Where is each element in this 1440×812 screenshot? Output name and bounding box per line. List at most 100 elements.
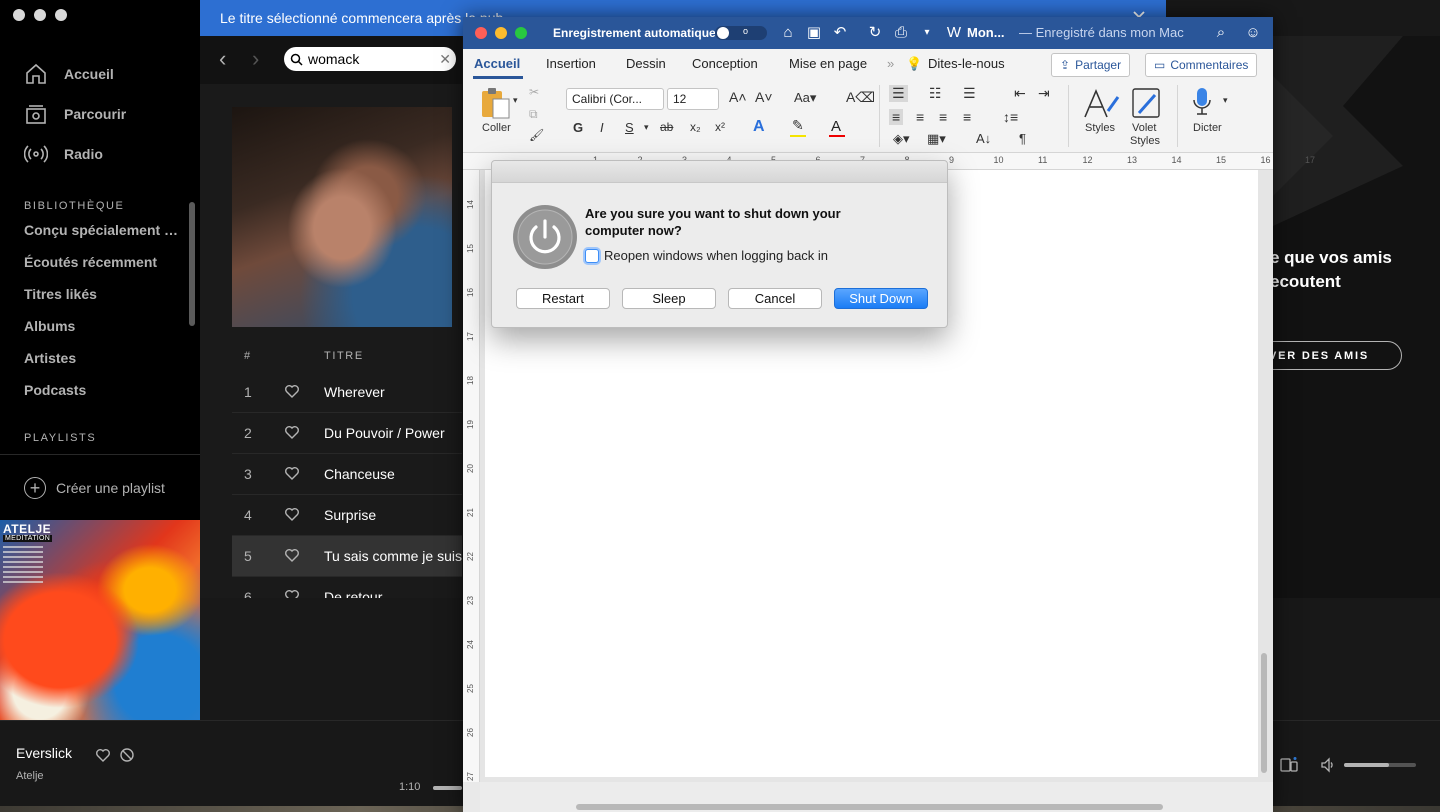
- more-tabs-icon[interactable]: »: [887, 56, 894, 71]
- heart-icon[interactable]: [95, 747, 111, 763]
- library-item-podcasts[interactable]: Podcasts: [24, 382, 184, 398]
- copy-icon[interactable]: ⧉: [529, 107, 538, 122]
- highlight-icon[interactable]: ✎: [792, 117, 804, 134]
- home-icon[interactable]: ⌂: [779, 24, 797, 42]
- album-cover[interactable]: [232, 107, 452, 327]
- shrink-font-icon[interactable]: A˅: [755, 89, 773, 105]
- search-icon[interactable]: ⌕: [1212, 24, 1230, 42]
- clear-formatting-icon[interactable]: A⌫: [846, 89, 875, 106]
- paste-options-icon[interactable]: ▾: [513, 95, 518, 106]
- horizontal-scrollbar[interactable]: [576, 804, 1163, 810]
- underline-options-icon[interactable]: ▾: [644, 122, 649, 133]
- now-playing-cover[interactable]: ATELJE MEDITATION: [0, 520, 200, 720]
- align-center-icon[interactable]: ≡: [916, 109, 924, 125]
- zoom-dot[interactable]: [55, 9, 67, 21]
- text-effects-icon[interactable]: A: [753, 118, 765, 136]
- minimize-button[interactable]: [495, 27, 507, 39]
- align-right-icon[interactable]: ≡: [939, 109, 947, 125]
- cut-icon[interactable]: ✂: [529, 85, 539, 99]
- font-color-icon[interactable]: A: [831, 118, 841, 135]
- clear-search-icon[interactable]: ✕: [439, 51, 451, 68]
- share-button[interactable]: ⇪ Partager: [1051, 53, 1131, 77]
- sidebar-scrollbar[interactable]: [189, 202, 195, 326]
- customize-toolbar-icon[interactable]: ▾: [918, 24, 936, 42]
- sort-icon[interactable]: A↓: [976, 131, 991, 146]
- tab-insert[interactable]: Insertion: [546, 56, 596, 71]
- library-item-made-for-you[interactable]: Conçu spécialement pour vous: [24, 222, 184, 238]
- library-item-artists[interactable]: Artistes: [24, 350, 184, 366]
- track-row[interactable]: 1 Wherever: [232, 372, 462, 413]
- heart-icon[interactable]: [284, 547, 300, 563]
- library-item-recent[interactable]: Écoutés récemment: [24, 254, 184, 270]
- bullets-icon[interactable]: ☰: [889, 85, 908, 102]
- vertical-scrollbar[interactable]: [1261, 653, 1267, 773]
- show-formatting-icon[interactable]: ¶: [1019, 131, 1026, 146]
- print-icon[interactable]: ⎙: [892, 24, 910, 42]
- paste-icon[interactable]: [479, 87, 513, 119]
- volume-slider[interactable]: [1344, 763, 1416, 767]
- dictate-options-icon[interactable]: ▾: [1223, 95, 1228, 106]
- decrease-indent-icon[interactable]: ⇤: [1014, 85, 1026, 102]
- forward-arrow-icon[interactable]: ›: [252, 48, 259, 70]
- document-name[interactable]: Mon...: [967, 25, 1005, 40]
- heart-icon[interactable]: [284, 588, 300, 598]
- window-controls[interactable]: [13, 9, 67, 21]
- tab-design[interactable]: Conception: [692, 56, 758, 71]
- change-case-icon[interactable]: Aa▾: [794, 90, 816, 106]
- restart-button[interactable]: Restart: [516, 288, 610, 309]
- multilevel-list-icon[interactable]: ☰: [963, 85, 976, 102]
- minimize-dot[interactable]: [34, 9, 46, 21]
- volume-icon[interactable]: [1320, 757, 1336, 773]
- now-playing-artist[interactable]: Atelje: [16, 770, 44, 782]
- create-playlist-button[interactable]: + Créer une playlist: [24, 477, 165, 499]
- track-row[interactable]: 2 Du Pouvoir / Power: [232, 413, 462, 454]
- save-icon[interactable]: ▣: [805, 24, 823, 42]
- strikethrough-icon[interactable]: ab: [660, 120, 673, 134]
- sleep-button[interactable]: Sleep: [622, 288, 716, 309]
- track-row[interactable]: 6 De retour: [232, 577, 462, 598]
- tab-home[interactable]: Accueil: [474, 56, 520, 71]
- back-arrow-icon[interactable]: ‹: [219, 48, 226, 70]
- shading-icon[interactable]: ◈▾: [893, 131, 910, 147]
- align-left-icon[interactable]: ≡: [889, 109, 904, 125]
- styles-icon[interactable]: [1082, 87, 1122, 121]
- numbering-icon[interactable]: ☷: [929, 85, 942, 102]
- heart-icon[interactable]: [284, 465, 300, 481]
- nav-home[interactable]: Accueil: [24, 61, 114, 87]
- nav-browse[interactable]: Parcourir: [24, 101, 126, 127]
- save-status[interactable]: — Enregistré dans mon Mac: [1019, 25, 1184, 40]
- track-row-selected[interactable]: 5 Tu sais comme je suis: [232, 536, 462, 577]
- bold-icon[interactable]: G: [573, 120, 583, 135]
- progress-bar[interactable]: [433, 786, 462, 790]
- microphone-icon[interactable]: [1191, 86, 1213, 118]
- tab-draw[interactable]: Dessin: [626, 56, 666, 71]
- block-icon[interactable]: [119, 747, 135, 763]
- subscript-icon[interactable]: x₂: [690, 120, 701, 134]
- font-size-select[interactable]: 12: [667, 88, 719, 110]
- close-dot[interactable]: [13, 9, 25, 21]
- nav-radio[interactable]: Radio: [24, 141, 103, 167]
- vertical-ruler[interactable]: 14 15 16 17 18 19 20 21 22 23 24 25 26 27: [463, 170, 480, 782]
- superscript-icon[interactable]: x²: [715, 120, 725, 134]
- smiley-icon[interactable]: ☺: [1244, 24, 1262, 42]
- format-painter-icon[interactable]: 🖌: [529, 128, 544, 142]
- track-row[interactable]: 3 Chanceuse: [232, 454, 462, 495]
- tab-layout[interactable]: Mise en page: [789, 56, 867, 71]
- tell-me-field[interactable]: Dites-le-nous: [928, 56, 1005, 71]
- library-item-liked[interactable]: Titres likés: [24, 286, 184, 302]
- borders-icon[interactable]: ▦▾: [927, 131, 946, 147]
- italic-icon[interactable]: I: [600, 120, 604, 135]
- checkbox-box[interactable]: [585, 248, 599, 263]
- close-button[interactable]: [475, 27, 487, 39]
- undo-icon[interactable]: ↶: [831, 24, 849, 42]
- justify-icon[interactable]: ≡: [963, 109, 971, 125]
- cancel-button[interactable]: Cancel: [728, 288, 822, 309]
- now-playing-title[interactable]: Everslick: [16, 745, 72, 761]
- track-row[interactable]: 4 Surprise: [232, 495, 462, 536]
- comments-button[interactable]: ▭ Commentaires: [1145, 53, 1258, 77]
- line-spacing-icon[interactable]: ↕≡: [1003, 109, 1018, 125]
- styles-pane-icon[interactable]: [1131, 87, 1163, 121]
- underline-icon[interactable]: S: [625, 120, 634, 135]
- heart-icon[interactable]: [284, 424, 300, 440]
- heart-icon[interactable]: [284, 506, 300, 522]
